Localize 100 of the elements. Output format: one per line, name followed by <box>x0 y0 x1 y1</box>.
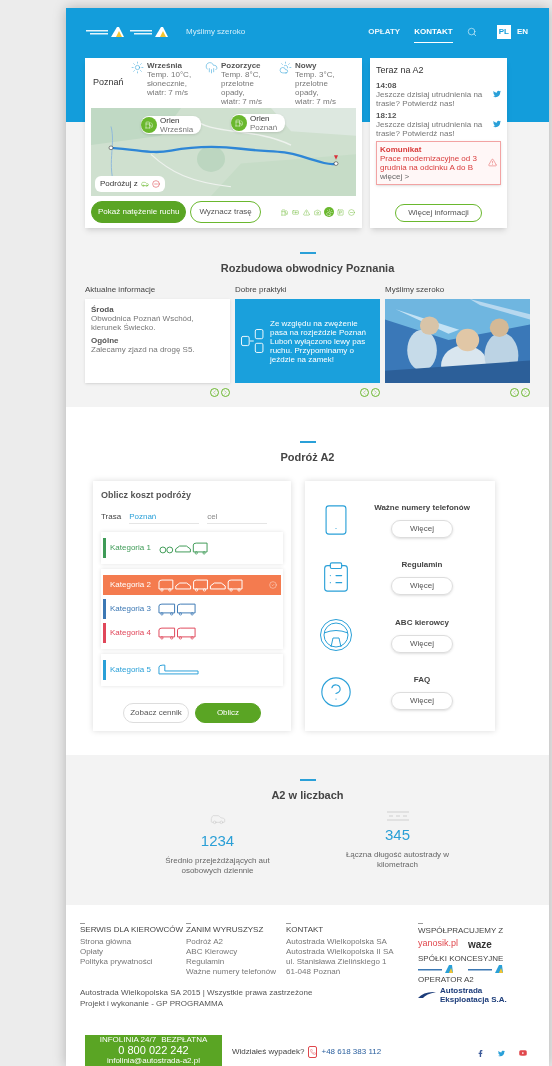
cars-icon <box>240 328 266 354</box>
station-name: Orlen <box>160 116 181 125</box>
footer-heading: KONTAKT <box>286 924 325 934</box>
station-place: Poznań <box>250 123 278 132</box>
link-title: Ważne numery telefonów <box>374 501 470 514</box>
next-icon[interactable] <box>371 388 380 397</box>
link-title: FAQ <box>413 674 431 687</box>
entry-text: Obwodnica Poznań Wschód, kierunek Świecko. <box>91 314 195 332</box>
youtube-icon[interactable] <box>519 1049 527 1057</box>
link-title: Regulamin <box>401 559 443 572</box>
footer-link[interactable]: ABC Kierowcy <box>186 946 282 956</box>
category-row[interactable]: Kategoria 4 <box>103 622 281 643</box>
hotline-number[interactable]: 0 800 022 242 <box>118 1044 189 1056</box>
fuel-icon <box>145 121 153 129</box>
partner-logo[interactable]: yanosik.pl <box>418 937 459 951</box>
search-icon[interactable] <box>466 27 477 37</box>
accident-number[interactable]: +48 618 383 112 <box>321 1046 382 1058</box>
footer-link[interactable]: Regulamin <box>186 956 282 966</box>
map-button[interactable]: Wyznacz trasę <box>190 201 261 223</box>
warning-icon <box>488 158 497 167</box>
nav-link[interactable]: OPŁATY <box>368 21 401 43</box>
weather-text: przelotne <box>295 78 329 88</box>
footer-link[interactable]: Ważne numery telefonów <box>186 966 282 976</box>
footer-link[interactable]: Autostrada Wielkopolska SA <box>286 936 410 946</box>
stat-text: Średnio przejeżdżających aut osobowych dziennie <box>164 855 271 876</box>
from-field[interactable]: Poznań <box>129 510 200 524</box>
calculator-button[interactable]: Zobacz cennik <box>123 703 189 723</box>
parking-icon[interactable] <box>336 207 345 217</box>
cloud-sun-icon[interactable] <box>324 207 334 217</box>
previous-icon[interactable] <box>210 388 219 397</box>
tweet-time: 18:12 <box>376 110 398 120</box>
cloud-sun-icon <box>279 60 292 74</box>
previous-icon[interactable] <box>510 388 519 397</box>
zoom-out-icon[interactable] <box>347 207 356 217</box>
next-icon[interactable] <box>221 388 230 397</box>
weather-place: Września <box>147 60 183 70</box>
city-name: Poznań <box>93 76 125 90</box>
camera-icon[interactable] <box>313 207 322 217</box>
station-place: Września <box>160 125 194 134</box>
section-title: Podróż A2 <box>280 449 335 465</box>
fuel-icon[interactable] <box>280 207 289 217</box>
question-icon <box>319 675 353 710</box>
calculator-button[interactable]: Oblicz <box>195 703 261 723</box>
tweet-text: Jeszcze dzisiaj utrudnienia na trasie? Potwierdź nas! <box>376 89 484 108</box>
footer-heading: SPÓŁKI KONCESYJNE <box>418 953 505 963</box>
weather-place: Pozorzyce <box>221 60 262 70</box>
category-row[interactable]: Kategoria 5 <box>103 659 281 680</box>
logo-drawing[interactable] <box>418 964 454 973</box>
vehicles-drawing <box>158 625 198 640</box>
weather-text: Temp. 8°C, <box>221 69 262 79</box>
footer-link[interactable]: Autostrada Wielkopolska II SA <box>286 946 410 956</box>
entry-title: Ogólne <box>91 336 120 345</box>
hotline-email[interactable]: infolinia@autostrada-a2.pl <box>106 1056 201 1065</box>
hotline-note: BEZPŁATNA <box>161 1035 208 1044</box>
operator-logo-icon <box>418 991 436 998</box>
nav-link[interactable]: KONTAKT <box>414 21 453 43</box>
category-row[interactable]: Kategoria 1 <box>103 537 281 558</box>
logo-drawing[interactable] <box>468 964 504 973</box>
next-icon[interactable] <box>521 388 530 397</box>
category-row[interactable]: Kategoria 3 <box>103 598 281 619</box>
footer-link[interactable]: ul. Stanisława Zielińskiego 1 <box>286 956 410 966</box>
chip-label: Podróżuj z <box>100 178 138 190</box>
footer-link[interactable]: 61-048 Poznań <box>286 966 410 976</box>
previous-icon[interactable] <box>360 388 369 397</box>
more-link[interactable]: więcej > <box>380 171 485 181</box>
map-popup[interactable]: Orlen Września <box>141 116 202 134</box>
travel-chip[interactable]: Podróżuj z <box>95 176 165 192</box>
bird-icon[interactable] <box>493 90 501 98</box>
footer-link[interactable]: Podróż A2 <box>186 936 282 946</box>
map-button[interactable]: Pokaż natężenie ruchu <box>91 201 187 223</box>
alert-title: Komunikat <box>380 144 423 154</box>
weather-text: Temp. 10°C, <box>147 69 192 79</box>
station-name: Orlen <box>250 114 271 123</box>
language-option[interactable]: EN <box>515 25 529 39</box>
language-option[interactable]: PL <box>496 25 511 39</box>
column-heading: Aktualne informacje <box>85 284 157 296</box>
footer-link[interactable]: Strona główna <box>80 936 182 946</box>
vehicles-drawing <box>158 601 198 616</box>
map-popup[interactable]: Orlen Poznań <box>231 114 286 132</box>
twitter-icon[interactable] <box>498 1049 505 1057</box>
weather-text: słonecznie, <box>147 78 189 88</box>
link-title: ABC kierowcy <box>395 616 449 629</box>
weather-text: Temp. 3°C, <box>295 69 336 79</box>
footer-link[interactable]: Opłaty <box>80 946 182 956</box>
to-field[interactable]: cel <box>207 510 268 524</box>
rain-cloud-icon <box>205 60 218 74</box>
banknote-icon[interactable] <box>291 207 300 217</box>
no-entry-icon <box>151 180 160 188</box>
bird-icon[interactable] <box>493 120 501 128</box>
footer-heading: ZANIM WYRUSZYSZ <box>186 924 265 934</box>
weather-text: przelotne <box>221 78 255 88</box>
footer-link[interactable]: Polityka prywatności <box>80 956 182 966</box>
warning-icon[interactable] <box>302 207 311 217</box>
section-title: Rozbudowa obwodnicy Poznania <box>220 260 395 276</box>
facebook-icon[interactable] <box>477 1049 484 1057</box>
logo-drawing <box>86 26 126 38</box>
logo-drawing <box>130 26 170 38</box>
column-heading: Myślimy szeroko <box>385 284 446 296</box>
partner-logo[interactable]: waze <box>468 936 492 952</box>
category-row[interactable]: Kategoria 2 <box>103 574 281 595</box>
